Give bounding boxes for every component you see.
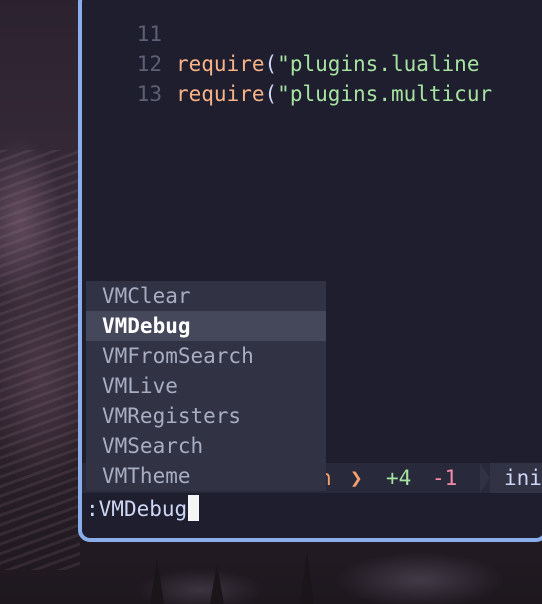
tree-silhouette [300,552,314,604]
tree-silhouette [210,564,224,604]
git-added-count: +4 [386,466,412,490]
completion-popup[interactable]: VMClear VMDebug VMFromSearch VMLive VMRe… [86,281,326,491]
git-removed-count: -1 [432,466,458,490]
completion-item[interactable]: VMTheme [86,461,326,491]
completion-item[interactable]: VMRegisters [86,401,326,431]
string-literal: "plugins.lualine [277,52,480,76]
cmdline-text[interactable]: VMDebug [99,497,188,521]
line-number: 13 [136,82,162,106]
terminal-window[interactable]: 11 require("plugins.lualine 12 require("… [78,0,542,542]
keyword: require [176,52,265,76]
completion-item-selected[interactable]: VMDebug [86,311,326,341]
paren: ( [264,82,278,106]
completion-item[interactable]: VMClear [86,281,326,311]
powerline-arrow-icon [480,463,490,493]
command-line[interactable]: :VMDebug [86,494,200,524]
code-text: require("plugins.lualine [176,49,479,79]
completion-item[interactable]: VMFromSearch [86,341,326,371]
text-cursor [188,495,200,521]
code-line[interactable]: 11 require("plugins.lualine [82,0,480,76]
code-line[interactable]: 12 require("plugins.multicur [82,19,492,106]
paren: ( [264,52,278,76]
completion-item[interactable]: VMLive [86,371,326,401]
keyword: require [176,82,265,106]
tree-silhouette [150,558,164,604]
code-text: require("plugins.multicur [176,79,492,109]
cmdline-prefix: : [86,497,99,521]
string-literal: "plugins.multicur [277,82,493,106]
mountain-ridge [0,150,80,570]
completion-item[interactable]: VMSearch [86,431,326,461]
code-line[interactable]: 13 [82,49,162,106]
status-filename: ini [490,463,542,493]
chevron-right-icon: ❯ [350,466,363,490]
